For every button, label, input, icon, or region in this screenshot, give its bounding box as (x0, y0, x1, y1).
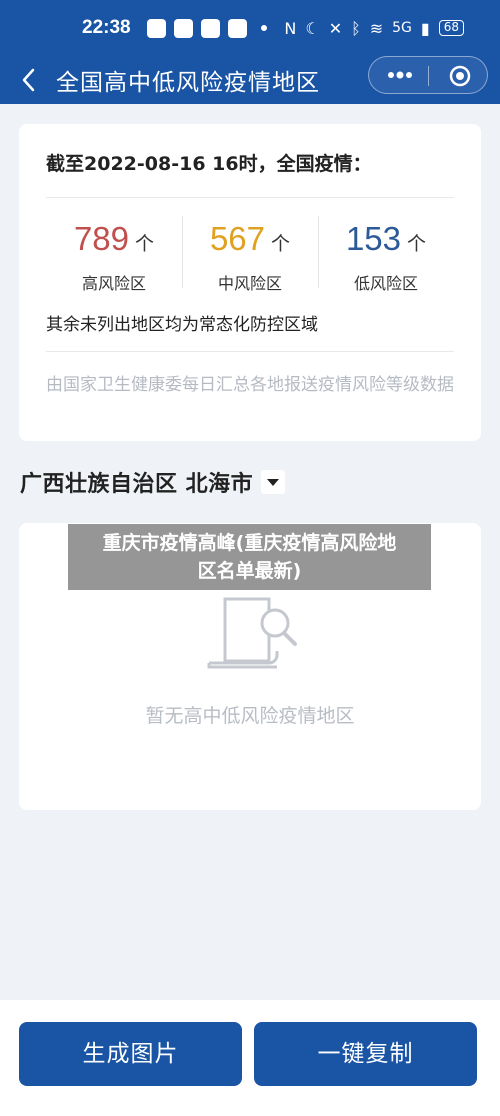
summary-card: 截至2022-08-16 16时，全国疫情： 789 个 高风险区 567 个 中风… (19, 124, 481, 441)
stat-high-label: 高风险区 (81, 274, 146, 293)
bluetooth-icon: ᛒ (351, 18, 361, 38)
bottom-action-bar: 生成图片 一键复制 (0, 1000, 500, 1116)
caret-down-icon (267, 479, 280, 486)
empty-state-text: 暂无高中低风险疫情地区 (145, 705, 355, 727)
region-selector[interactable]: 广西壮族自治区 北海市 (20, 466, 286, 498)
mute-icon: ✕ (328, 18, 343, 38)
mini-program-capsule (368, 56, 488, 94)
stat-low-label: 低风险区 (353, 274, 418, 293)
rest-note: 其余未列出地区均为常态化防控区域 (46, 315, 318, 335)
back-icon[interactable] (18, 62, 42, 98)
divider (46, 197, 454, 198)
header: 22:38 Ν ☾ ✕ ᛒ ≋ 5G ▮ 68 全国高中低风险疫情地区 (0, 0, 500, 104)
stat-high-unit: 个 (135, 233, 155, 255)
source-note: 由国家卫生健康委每日汇总各地报送疫情风险等级数据 (46, 375, 454, 395)
status-time: 22:38 (82, 17, 131, 38)
stat-medium-value: 567 (209, 220, 266, 257)
do-not-disturb-icon: ☾ (305, 18, 320, 38)
empty-document-icon (207, 597, 297, 669)
page-title: 全国高中低风险疫情地区 (56, 70, 320, 96)
network-type: 5G (392, 20, 412, 36)
nav-bar: 全国高中低风险疫情地区 (0, 56, 500, 104)
dropdown-button[interactable] (261, 470, 286, 494)
stat-low-risk: 153 个 低风险区 (318, 220, 454, 294)
divider (46, 351, 454, 352)
shop-app-icon (173, 18, 193, 38)
wifi-icon: ≋ (369, 18, 384, 38)
send-app-icon (200, 18, 220, 38)
stat-low-unit: 个 (407, 233, 427, 255)
capsule-divider (428, 66, 429, 86)
stat-medium-label: 中风险区 (217, 274, 282, 293)
region-label[interactable]: 广西壮族自治区 北海市 (20, 466, 253, 498)
status-indicators: Ν ☾ ✕ ᛒ ≋ 5G ▮ 68 (284, 19, 464, 38)
deadline-heading: 截至2022-08-16 16时，全国疫情： (46, 153, 372, 175)
stat-medium-unit: 个 (271, 233, 291, 255)
overlay-line-2: 区名单最新) (197, 560, 302, 582)
overlay-line-1: 重庆市疫情高峰(重庆疫情高风险地 (102, 532, 397, 554)
stat-high-value: 789 (73, 220, 130, 257)
stat-high-risk: 789 个 高风险区 (46, 220, 182, 294)
battery-icon: 68 (438, 20, 464, 36)
status-bar: 22:38 Ν ☾ ✕ ᛒ ≋ 5G ▮ 68 (0, 0, 500, 56)
mall-app-icon (227, 18, 247, 38)
overlay-banner: 重庆市疫情高峰(重庆疫情高风险地 区名单最新) (68, 524, 431, 590)
stat-low-value: 153 (345, 220, 402, 257)
copy-all-button[interactable]: 一键复制 (254, 1022, 477, 1086)
generate-image-button[interactable]: 生成图片 (19, 1022, 242, 1086)
moon-app-icon (146, 18, 166, 38)
notification-dot-icon (260, 25, 267, 31)
stat-medium-risk: 567 个 中风险区 (182, 220, 318, 294)
target-icon[interactable] (449, 65, 471, 87)
signal-icon: ▮ (420, 18, 430, 38)
more-icon[interactable] (385, 68, 415, 82)
nfc-icon: Ν (284, 18, 297, 38)
status-app-icons (146, 18, 267, 38)
